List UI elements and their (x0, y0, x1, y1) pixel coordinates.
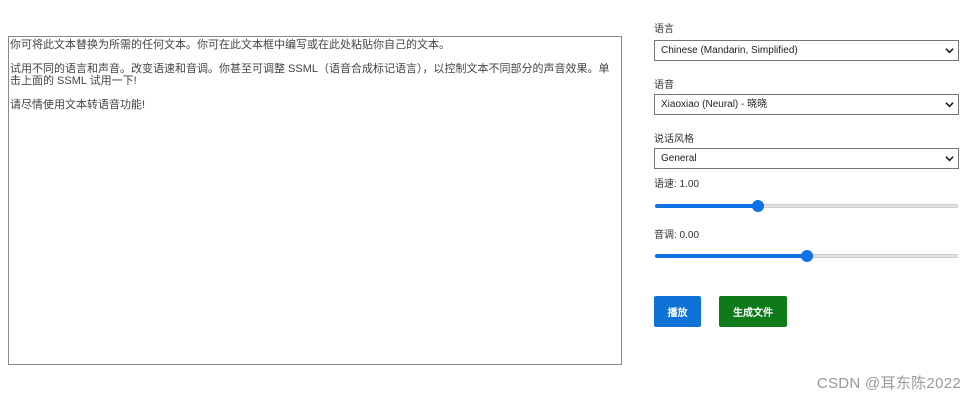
pitch-slider[interactable] (654, 249, 959, 263)
rate-slider-fill (655, 204, 759, 208)
language-selected-value: Chinese (Mandarin, Simplified) (661, 45, 798, 56)
generate-file-button[interactable]: 生成文件 (719, 296, 787, 327)
rate-slider[interactable] (654, 199, 959, 213)
voice-select[interactable]: Xiaoxiao (Neural) - 晓晓 (654, 94, 959, 115)
chevron-down-icon (945, 46, 954, 55)
pitch-field: 音调: 0.00 (654, 230, 959, 263)
pitch-slider-thumb[interactable] (800, 250, 813, 262)
pitch-slider-fill (655, 254, 807, 258)
voice-field: 语音 Xiaoxiao (Neural) - 晓晓 (654, 80, 959, 115)
text-editor[interactable]: 你可将此文本替换为所需的任何文本。你可在此文本框中编写或在此处粘贴你自己的文本。… (8, 36, 622, 365)
style-selected-value: General (661, 153, 697, 164)
pitch-label: 音调: 0.00 (654, 230, 700, 241)
language-label: 语言 (654, 24, 674, 35)
rate-label: 语速: 1.00 (654, 179, 700, 190)
style-select[interactable]: General (654, 148, 959, 169)
rate-field: 语速: 1.00 (654, 179, 959, 213)
chevron-down-icon (945, 100, 954, 109)
style-field: 说话风格 General (654, 134, 959, 169)
watermark: CSDN @耳东陈2022 (816, 375, 961, 392)
language-select[interactable]: Chinese (Mandarin, Simplified) (654, 40, 959, 61)
language-field: 语言 Chinese (Mandarin, Simplified) (654, 24, 959, 61)
rate-slider-thumb[interactable] (752, 200, 765, 212)
tts-page: 你可将此文本替换为所需的任何文本。你可在此文本框中编写或在此处粘贴你自己的文本。… (0, 0, 975, 401)
chevron-down-icon (945, 154, 954, 163)
style-label: 说话风格 (654, 134, 694, 145)
voice-label: 语音 (654, 80, 674, 91)
voice-selected-value: Xiaoxiao (Neural) - 晓晓 (661, 99, 768, 110)
play-button[interactable]: 播放 (654, 296, 701, 327)
